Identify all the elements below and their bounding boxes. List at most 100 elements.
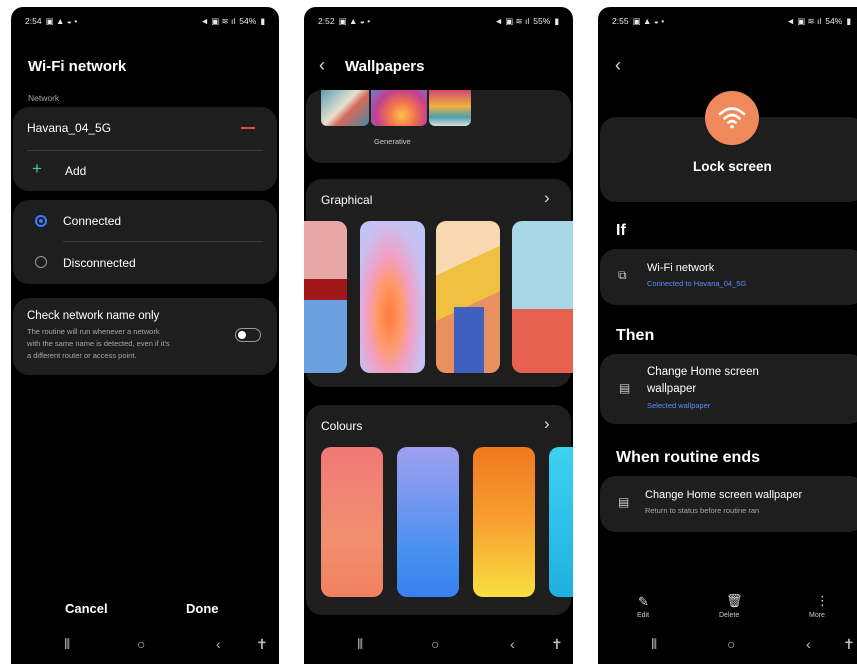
signal-icons: ◄ ▣ ≋ ıl	[494, 15, 530, 26]
delete-icon[interactable]: 🗑	[726, 593, 743, 609]
status-time: 2:52	[318, 16, 335, 26]
check-name-card[interactable]: Check network name only The routine will…	[13, 298, 277, 375]
colours-card: Colours ›	[306, 405, 573, 615]
graphical-card: Graphical ›	[304, 179, 573, 387]
add-network-button[interactable]: Add	[65, 164, 86, 178]
page-title: Wi-Fi network	[28, 58, 127, 75]
back-icon[interactable]: ‹	[510, 636, 515, 652]
status-bar: 2:55 ▣ ▲ ◒ • ◄ ▣ ≋ ıl 54% ▮	[612, 14, 851, 28]
wallpaper-action-icon: ▤	[619, 381, 631, 395]
colour-wallpaper[interactable]	[549, 447, 573, 597]
action-title-line: wallpaper	[647, 383, 697, 395]
if-heading: If	[616, 222, 626, 239]
cancel-button[interactable]: Cancel	[65, 601, 108, 616]
status-time: 2:55	[612, 16, 629, 26]
recents-icon[interactable]: ⦀	[357, 636, 363, 653]
graphical-wallpaper[interactable]	[512, 221, 573, 373]
generative-thumb[interactable]	[371, 90, 427, 126]
recents-icon[interactable]: ⦀	[64, 636, 70, 653]
network-card: Havana_04_5G + Add	[13, 107, 277, 191]
divider	[63, 241, 263, 242]
end-action-card[interactable]: ▤ Change Home screen wallpaper Return to…	[600, 476, 857, 532]
graphical-wallpaper[interactable]	[360, 221, 425, 373]
nav-bar: ⦀ ○ ‹ ✝	[598, 628, 857, 664]
wifi-glyph	[718, 107, 746, 129]
edit-button[interactable]: Edit	[637, 612, 649, 619]
remove-network-icon[interactable]	[241, 127, 255, 129]
check-name-toggle[interactable]	[235, 328, 261, 342]
check-desc-line: The routine will run whenever a network	[27, 327, 160, 336]
graphical-wallpaper[interactable]	[436, 221, 500, 373]
nav-bar: ⦀ ○ ‹ ✝	[11, 628, 279, 664]
end-action-subtitle: Return to status before routine ran	[645, 506, 760, 515]
generative-label: Generative	[374, 137, 411, 146]
signal-icons: ◄ ▣ ≋ ıl	[786, 15, 822, 26]
more-icon[interactable]: ⋮	[816, 593, 829, 609]
routine-title: Lock screen	[693, 159, 772, 174]
edit-icon[interactable]: ✎	[638, 594, 649, 610]
toggle-knob	[238, 330, 246, 339]
more-button[interactable]: More	[809, 612, 825, 619]
wifi-network-screen: 2:54 ▣ ▲ ◒ • ◄ ▣ ≋ ıl 54% ▮ Wi-Fi network N…	[11, 7, 279, 664]
generative-thumb[interactable]	[321, 90, 369, 126]
recents-icon[interactable]: ⦀	[651, 636, 657, 653]
home-icon[interactable]: ○	[137, 636, 145, 652]
notification-icons: ▣ ▲ ◒ •	[632, 15, 665, 26]
wallpaper-action-icon: ▤	[618, 495, 630, 509]
accessibility-icon[interactable]: ✝	[256, 636, 268, 653]
back-arrow-icon[interactable]: ‹	[615, 55, 621, 76]
colour-wallpaper[interactable]	[473, 447, 535, 597]
network-section-label: Network	[28, 93, 60, 103]
status-bar: 2:52 ▣ ▲ ◒ • ◄ ▣ ≋ ıl 55% ▮	[318, 14, 559, 28]
generative-card[interactable]: Generative	[306, 90, 571, 163]
home-icon[interactable]: ○	[431, 636, 439, 652]
radio-disconnected[interactable]	[35, 256, 47, 268]
colour-wallpaper[interactable]	[321, 447, 383, 597]
battery-icon: ▮	[846, 15, 851, 26]
delete-button[interactable]: Delete	[719, 612, 739, 619]
home-icon[interactable]: ○	[727, 636, 735, 652]
add-icon[interactable]: +	[32, 160, 42, 177]
graphical-wallpaper[interactable]	[304, 221, 347, 373]
notification-icons: ▣ ▲ ◒ •	[338, 15, 371, 26]
battery-icon: ▮	[260, 15, 265, 26]
done-button[interactable]: Done	[186, 601, 219, 616]
colour-wallpaper[interactable]	[397, 447, 459, 597]
colours-label: Colours	[321, 419, 363, 433]
generative-thumb[interactable]	[429, 90, 471, 126]
graphical-label: Graphical	[321, 193, 373, 207]
connection-state-card: Connected Disconnected	[13, 200, 277, 284]
wifi-icon	[705, 91, 759, 145]
wallpaper-shape	[454, 307, 484, 373]
wifi-condition-icon: ⧉	[618, 268, 627, 282]
status-battery: 54%	[825, 16, 843, 26]
network-name: Havana_04_5G	[27, 121, 112, 135]
connected-option[interactable]: Connected	[63, 214, 121, 228]
back-icon[interactable]: ‹	[216, 636, 221, 652]
radio-connected[interactable]	[35, 215, 47, 227]
then-heading: Then	[616, 327, 655, 344]
condition-card[interactable]: ⧉ Wi-Fi network Connected to Havana_04_5…	[600, 249, 857, 305]
wallpapers-screen: 2:52 ▣ ▲ ◒ • ◄ ▣ ≋ ıl 55% ▮ ‹ Wallpapers Ge…	[304, 7, 573, 664]
status-battery: 55%	[533, 16, 551, 26]
action-card[interactable]: ▤ Change Home screen wallpaper Selected …	[600, 354, 857, 424]
disconnected-option[interactable]: Disconnected	[63, 256, 136, 270]
condition-subtitle: Connected to Havana_04_5G	[647, 279, 747, 288]
condition-title: Wi-Fi network	[647, 262, 715, 274]
signal-icons: ◄ ▣ ≋ ıl	[200, 15, 236, 26]
battery-icon: ▮	[554, 15, 559, 26]
check-desc-line: a different router or access point.	[27, 351, 137, 360]
chevron-right-icon[interactable]: ›	[544, 414, 550, 434]
action-title-line: Change Home screen	[647, 366, 759, 378]
nav-bar: ⦀ ○ ‹ ✝	[304, 628, 573, 664]
routine-screen: 2:55 ▣ ▲ ◒ • ◄ ▣ ≋ ıl 54% ▮ ‹ Lock screen I…	[598, 7, 857, 664]
check-desc-line: with the same name is detected, even if …	[27, 339, 170, 348]
notification-icons: ▣ ▲ ◒ •	[45, 15, 78, 26]
accessibility-icon[interactable]: ✝	[551, 636, 563, 653]
accessibility-icon[interactable]: ✝	[843, 636, 855, 653]
back-arrow-icon[interactable]: ‹	[319, 55, 325, 76]
chevron-right-icon[interactable]: ›	[544, 188, 550, 208]
back-icon[interactable]: ‹	[806, 636, 811, 652]
divider	[27, 150, 263, 151]
check-name-title: Check network name only	[27, 310, 160, 322]
